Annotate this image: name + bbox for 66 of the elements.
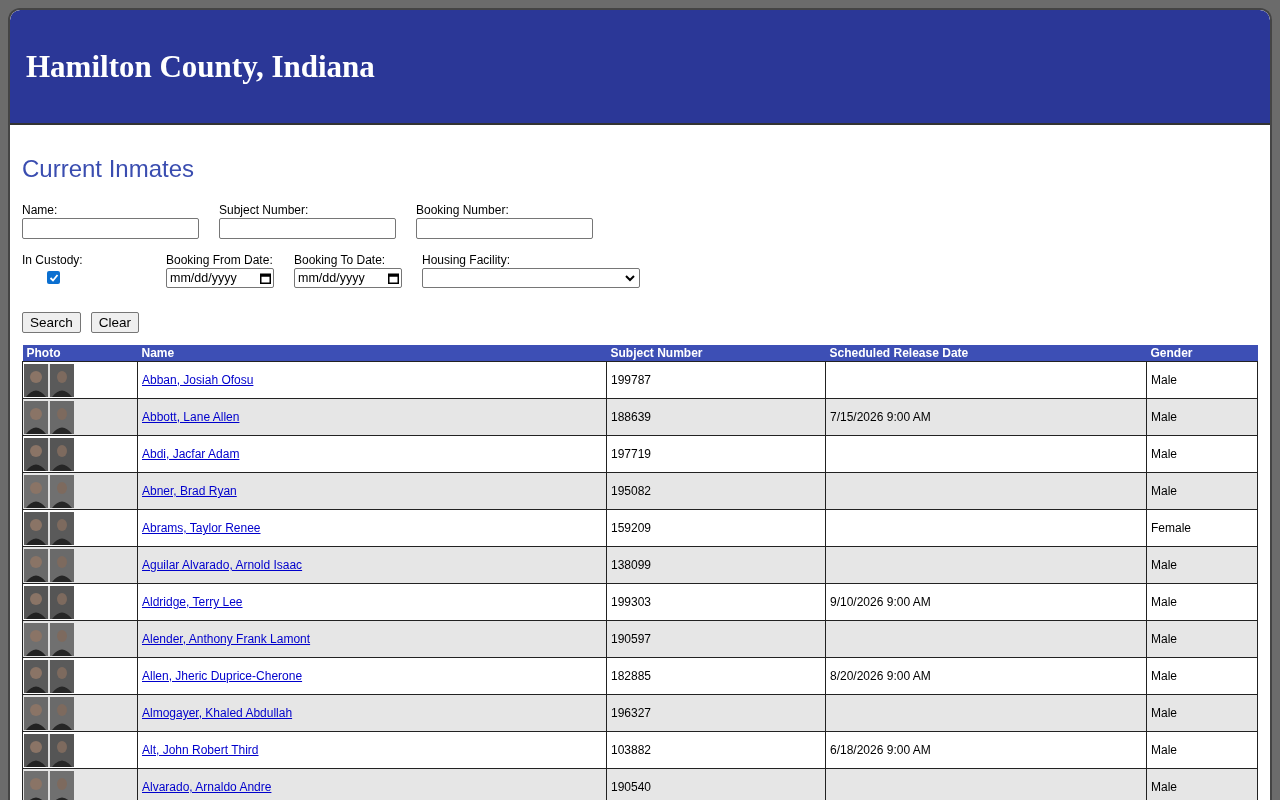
table-cell: 190597	[611, 632, 652, 646]
table-cell: 9/10/2026 9:00 AM	[830, 595, 931, 609]
column-header: Gender	[1146, 345, 1258, 362]
table-cell: Male	[1151, 595, 1177, 609]
dropdown[interactable]	[422, 268, 640, 288]
date-field[interactable]: mm/dd/yyyy	[166, 268, 274, 288]
checkbox[interactable]	[47, 271, 60, 284]
date-field[interactable]: mm/dd/yyyy	[294, 268, 402, 288]
table-cell: Male	[1151, 706, 1177, 720]
table-cell: 8/20/2026 9:00 AM	[830, 669, 931, 683]
inmate-link[interactable]: Abner, Brad Ryan	[142, 484, 237, 498]
table-cell: 159209	[611, 521, 652, 535]
column-header: Subject Number	[606, 345, 826, 362]
site-title: Hamilton County, Indiana	[26, 48, 375, 85]
table-cell: Male	[1151, 410, 1177, 424]
inmate-link[interactable]: Alvarado, Arnaldo Andre	[142, 780, 272, 794]
column-header: Name	[137, 345, 607, 362]
table-cell: 182885	[611, 669, 652, 683]
inmate-link[interactable]: Abban, Josiah Ofosu	[142, 373, 254, 387]
calendar-icon[interactable]	[260, 272, 271, 284]
table-cell: Male	[1151, 484, 1177, 498]
inmate-link[interactable]: Abbott, Lane Allen	[142, 410, 240, 424]
field-label: Booking From Date:	[166, 253, 274, 267]
input-field[interactable]	[416, 218, 593, 239]
input-field[interactable]	[219, 218, 396, 239]
inmate-link[interactable]: Almogayer, Khaled Abdullah	[142, 706, 293, 720]
clear-button[interactable]: Clear	[90, 312, 140, 333]
table-cell: 199303	[611, 595, 652, 609]
column-header: Photo	[22, 345, 138, 362]
inmate-link[interactable]: Alender, Anthony Frank Lamont	[142, 632, 311, 646]
inmate-link[interactable]: Aldridge, Terry Lee	[142, 595, 243, 609]
table-cell: 199787	[611, 373, 652, 387]
search-button[interactable]: Search	[22, 312, 81, 333]
table-cell: 197719	[611, 447, 652, 461]
field-label: Housing Facility:	[422, 253, 512, 267]
field-label: Subject Number:	[219, 203, 310, 217]
field-label: Booking To Date:	[294, 253, 387, 267]
table-cell: 138099	[611, 558, 652, 572]
table-cell: Female	[1151, 521, 1191, 535]
chevron-icon	[625, 274, 635, 282]
table-cell: 188639	[611, 410, 652, 424]
inmate-link[interactable]: Aguilar Alvarado, Arnold Isaac	[142, 558, 303, 572]
field-label: Name:	[22, 203, 59, 217]
input-field[interactable]	[22, 218, 199, 239]
table-cell: Male	[1151, 558, 1177, 572]
table-cell: 7/15/2026 9:00 AM	[830, 410, 931, 424]
table-cell: Male	[1151, 632, 1177, 646]
table-cell: Male	[1151, 780, 1177, 794]
calendar-icon[interactable]	[388, 272, 399, 284]
table-cell: Male	[1151, 373, 1177, 387]
inmate-link[interactable]: Abrams, Taylor Renee	[142, 521, 261, 535]
table-cell: 195082	[611, 484, 652, 498]
table-cell: 103882	[611, 743, 652, 757]
page-title: Current Inmates	[22, 155, 195, 183]
table-cell: Male	[1151, 447, 1177, 461]
table-cell: Male	[1151, 743, 1177, 757]
table-cell: 6/18/2026 9:00 AM	[830, 743, 931, 757]
column-header: Scheduled Release Date	[825, 345, 1147, 362]
table-cell: 196327	[611, 706, 652, 720]
inmate-link[interactable]: Alt, John Robert Third	[142, 743, 259, 757]
field-label: Booking Number:	[416, 203, 510, 217]
inmate-link[interactable]: Abdi, Jacfar Adam	[142, 447, 240, 461]
table-cell: Male	[1151, 669, 1177, 683]
table-cell: 190540	[611, 780, 652, 794]
field-label: In Custody:	[22, 253, 84, 267]
inmate-link[interactable]: Allen, Jheric Duprice-Cherone	[142, 669, 303, 683]
